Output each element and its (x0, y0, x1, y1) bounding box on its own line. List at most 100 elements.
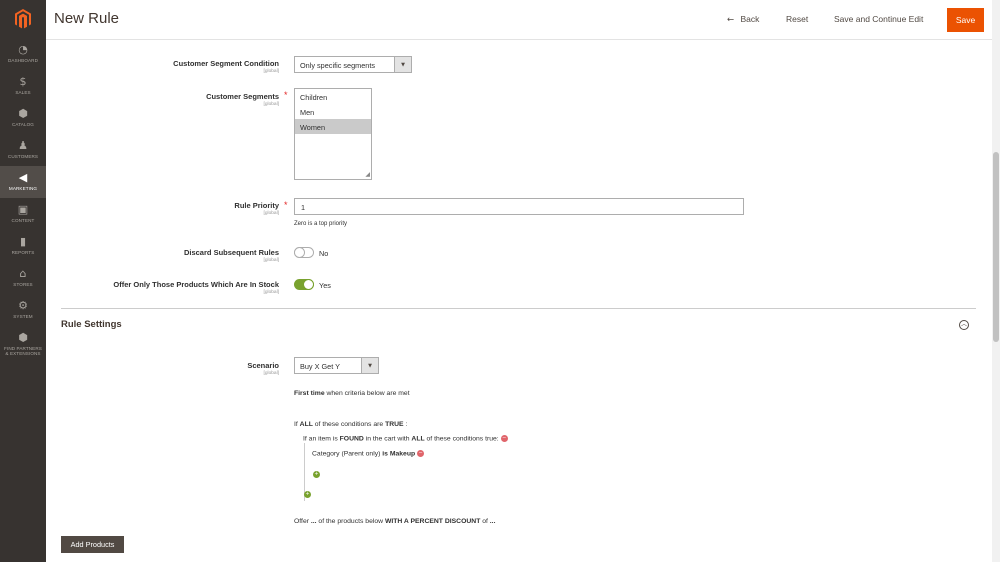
nav-label: SYSTEM (13, 314, 33, 320)
first-time-link[interactable]: First time (294, 390, 325, 397)
chevron-down-icon: ▼ (361, 358, 378, 373)
nav-marketing[interactable]: ◀ MARKETING (0, 166, 46, 198)
category-value-link[interactable]: Makeup (390, 450, 415, 457)
nav-label: MARKETING (8, 186, 38, 192)
required-asterisk: * (284, 200, 288, 210)
segment-condition-label: Customer Segment Condition (173, 59, 279, 68)
offer-line: Offer ... of the products below WITH A P… (294, 518, 495, 525)
priority-scope: [global] (263, 211, 279, 216)
page-header: New Rule ← Back Reset Save and Continue … (46, 0, 992, 40)
section-divider (61, 308, 976, 309)
required-asterisk: * (284, 90, 288, 100)
aggregator-link[interactable]: ALL (411, 435, 424, 442)
nav-dashboard[interactable]: ◔ DASHBOARD (0, 38, 46, 70)
nav-reports[interactable]: ▮ REPORTS (0, 230, 46, 262)
resize-handle-icon[interactable]: ◢ (365, 171, 370, 178)
add-condition-icon[interactable]: + (313, 471, 320, 478)
nav-stores[interactable]: ⌂ STORES (0, 262, 46, 294)
magento-logo-icon (15, 9, 31, 29)
box-icon: ⬢ (18, 330, 28, 344)
conditions-text: of these conditions are (312, 421, 386, 428)
discard-toggle[interactable] (294, 247, 314, 258)
content-icon: ▣ (17, 203, 29, 217)
cart-text: in the cart with (363, 435, 412, 443)
scenario-select[interactable]: Buy X Get Y ▼ (294, 357, 379, 374)
scrollbar-thumb[interactable] (993, 152, 999, 342)
in-stock-label: Offer Only Those Products Which Are In S… (113, 280, 279, 289)
arrow-left-icon: ← (727, 15, 735, 25)
nav-label: CONTENT (11, 218, 35, 224)
back-label: Back (740, 14, 760, 24)
first-time-text: when criteria below are met (324, 390, 410, 397)
found-link[interactable]: FOUND (340, 435, 364, 442)
segment-condition-select[interactable]: Only specific segments ▼ (294, 56, 412, 73)
conditions-true-text: of these conditions true: (424, 435, 499, 443)
toggle-knob (294, 247, 305, 258)
discount-type-link[interactable]: WITH A PERCENT DISCOUNT (385, 518, 480, 525)
nav-find-partners[interactable]: ⬢ FIND PARTNERS & EXTENSIONS (0, 326, 46, 362)
priority-note: Zero is a top priority (294, 221, 348, 227)
nav-label: CUSTOMERS (7, 154, 39, 160)
nav-label: REPORTS (11, 250, 35, 256)
chevron-up-icon[interactable]: ︿ (959, 320, 969, 330)
segment-option[interactable]: Men (295, 104, 371, 119)
nav-label: CATALOG (12, 122, 34, 128)
segments-label: Customer Segments (206, 92, 279, 101)
segment-option[interactable]: Children (295, 89, 371, 104)
segment-option-selected[interactable]: Women (295, 119, 371, 134)
nav-label: SALES (15, 90, 31, 96)
operator-link[interactable]: is (382, 450, 390, 457)
nav-catalog[interactable]: ⬢ CATALOG (0, 102, 46, 134)
scenario-label: Scenario (247, 361, 279, 370)
discount-value-link[interactable]: ... (490, 518, 496, 525)
dashboard-icon: ◔ (18, 43, 28, 57)
magento-logo[interactable] (0, 0, 46, 38)
scenario-value: Buy X Get Y (300, 362, 341, 371)
nav-system[interactable]: ⚙ SYSTEM (0, 294, 46, 326)
nav-content[interactable]: ▣ CONTENT (0, 198, 46, 230)
offer-products-text: of the products below (316, 518, 385, 525)
admin-sidebar: ◔ DASHBOARD $ SALES ⬢ CATALOG ♟ CUSTOMER… (0, 0, 46, 562)
store-icon: ⌂ (19, 267, 27, 281)
discard-scope: [global] (263, 258, 279, 263)
remove-condition-icon[interactable]: − (417, 450, 425, 457)
colon-text: : (403, 421, 408, 428)
gear-icon: ⚙ (18, 299, 28, 313)
priority-label: Rule Priority (234, 201, 279, 210)
page-title: New Rule (54, 10, 120, 27)
priority-input[interactable]: 1 (294, 198, 744, 215)
in-stock-toggle[interactable] (294, 279, 314, 290)
back-button[interactable]: ← Back (727, 14, 759, 25)
add-condition-icon[interactable]: + (304, 491, 311, 498)
reset-button[interactable]: Reset (786, 14, 808, 24)
category-text: Category (Parent only) (312, 450, 383, 458)
save-button[interactable]: Save (947, 8, 984, 32)
segments-multiselect[interactable]: Children Men Women ◢ (294, 88, 372, 180)
in-stock-scope: [global] (263, 290, 279, 295)
bar-chart-icon: ▮ (19, 235, 27, 249)
nav-label: FIND PARTNERS & EXTENSIONS (4, 345, 42, 357)
aggregator-link[interactable]: ALL (300, 421, 313, 428)
person-icon: ♟ (18, 139, 28, 153)
segment-condition-scope: [global] (263, 69, 279, 74)
toggle-knob (303, 279, 314, 290)
value-link[interactable]: TRUE (385, 421, 404, 428)
discard-value: No (319, 249, 329, 258)
category-condition-line: Category (Parent only) is Makeup − (312, 450, 425, 458)
add-products-button[interactable]: Add Products (61, 536, 124, 553)
first-time-line: First time when criteria below are met (294, 390, 410, 397)
segments-scope: [global] (263, 102, 279, 107)
remove-condition-icon[interactable]: − (500, 435, 508, 442)
nav-customers[interactable]: ♟ CUSTOMERS (0, 134, 46, 166)
nav-sales[interactable]: $ SALES (0, 70, 46, 102)
offer-text: Offer (294, 518, 311, 525)
item-found-line: If an item is FOUND in the cart with ALL… (303, 435, 508, 442)
chevron-down-icon: ▼ (394, 57, 411, 72)
in-stock-value: Yes (319, 281, 331, 290)
cube-icon: ⬢ (18, 107, 28, 121)
item-text: If an item is (303, 435, 340, 443)
rule-settings-title[interactable]: Rule Settings (61, 319, 122, 330)
save-and-continue-button[interactable]: Save and Continue Edit (834, 14, 923, 24)
discard-label: Discard Subsequent Rules (183, 248, 279, 257)
segment-condition-value: Only specific segments (300, 61, 376, 70)
